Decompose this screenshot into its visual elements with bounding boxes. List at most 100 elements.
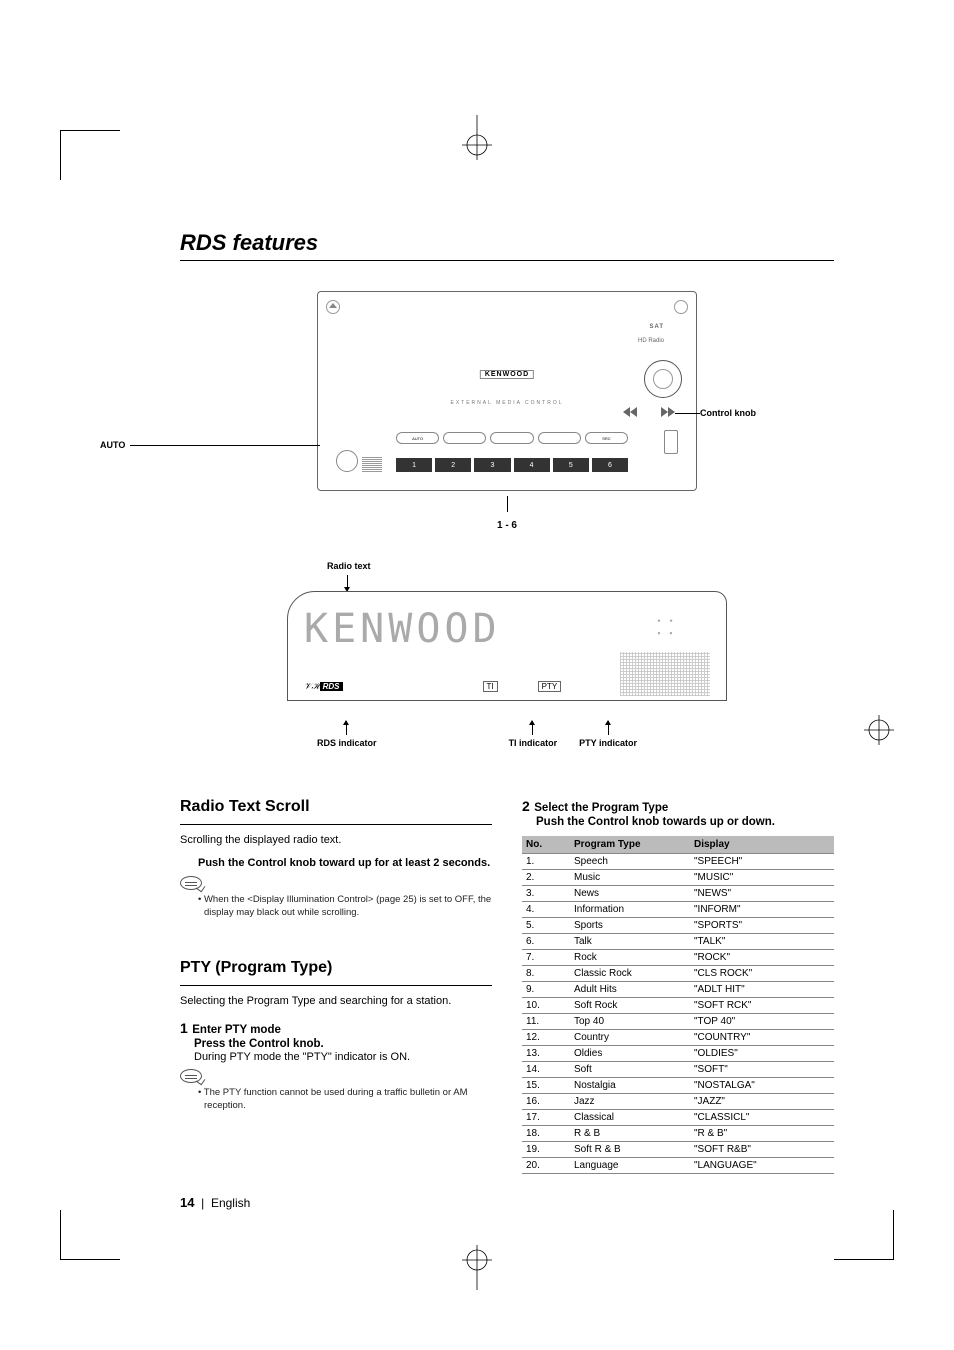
- arrow-up-icon: [346, 721, 347, 735]
- cell-no: 1.: [522, 854, 570, 870]
- cell-type: Classic Rock: [570, 966, 690, 982]
- cell-display: "CLS ROCK": [690, 966, 834, 982]
- th-type: Program Type: [570, 836, 690, 854]
- cell-type: Top 40: [570, 1014, 690, 1030]
- cell-display: "MUSIC": [690, 870, 834, 886]
- cell-no: 4.: [522, 902, 570, 918]
- callout-line: [675, 413, 700, 414]
- preset-button: 5: [553, 458, 589, 472]
- table-row: 11.Top 40"TOP 40": [522, 1014, 834, 1030]
- registration-mark: [462, 1245, 492, 1275]
- page-number: 14: [180, 1195, 194, 1210]
- cell-display: "SOFT R&B": [690, 1142, 834, 1158]
- table-row: 7.Rock"ROCK": [522, 950, 834, 966]
- cell-no: 15.: [522, 1078, 570, 1094]
- table-row: 5.Sports"SPORTS": [522, 918, 834, 934]
- radio-text-label: Radio text: [327, 561, 727, 571]
- pty-indicator: PTY: [538, 681, 562, 692]
- cell-display: "TOP 40": [690, 1014, 834, 1030]
- divider: [180, 824, 492, 825]
- rds-indicator-label: RDS indicator: [317, 738, 377, 748]
- cell-no: 9.: [522, 982, 570, 998]
- cell-display: "SOFT": [690, 1062, 834, 1078]
- cell-no: 2.: [522, 870, 570, 886]
- preset-button: 4: [514, 458, 550, 472]
- cell-no: 17.: [522, 1110, 570, 1126]
- cell-type: Soft: [570, 1062, 690, 1078]
- lcd-text: KENWOOD: [304, 606, 501, 652]
- device-subtitle: EXTERNAL MEDIA CONTROL: [451, 400, 564, 406]
- step-subtitle: Push the Control knob towards up or down…: [536, 816, 834, 828]
- arrow-up-icon: [608, 721, 609, 735]
- table-row: 9.Adult Hits"ADLT HIT": [522, 982, 834, 998]
- table-row: 17.Classical"CLASSICL": [522, 1110, 834, 1126]
- cell-no: 7.: [522, 950, 570, 966]
- cell-type: Classical: [570, 1110, 690, 1126]
- arrow-down-icon: [347, 575, 348, 591]
- pill-button: [538, 432, 581, 444]
- table-row: 16.Jazz"JAZZ": [522, 1094, 834, 1110]
- cell-display: "SOFT RCK": [690, 998, 834, 1014]
- arrow-icon: [507, 496, 508, 512]
- cell-type: Sports: [570, 918, 690, 934]
- lcd-symbol: ⸬: [620, 606, 710, 646]
- cell-no: 11.: [522, 1014, 570, 1030]
- usb-port-icon: [664, 430, 678, 454]
- note-text: • The PTY function cannot be used during…: [198, 1087, 492, 1113]
- instruction: Push the Control knob toward up for at l…: [198, 856, 492, 871]
- cell-display: "NOSTALGA": [690, 1078, 834, 1094]
- cell-display: "LANGUAGE": [690, 1158, 834, 1174]
- note-text: • When the <Display Illumination Control…: [198, 894, 492, 920]
- step-title: Select the Program Type: [534, 802, 668, 814]
- table-row: 18.R & B"R & B": [522, 1126, 834, 1142]
- next-icon: [660, 404, 676, 414]
- table-row: 4.Information"INFORM": [522, 902, 834, 918]
- cell-type: Soft R & B: [570, 1142, 690, 1158]
- cell-display: "SPORTS": [690, 918, 834, 934]
- cell-type: Country: [570, 1030, 690, 1046]
- note-icon: [180, 1069, 202, 1083]
- pill-button-row: AUTO SRC: [396, 432, 628, 444]
- cell-display: "TALK": [690, 934, 834, 950]
- cell-type: Adult Hits: [570, 982, 690, 998]
- cell-type: Talk: [570, 934, 690, 950]
- hd-radio-logo: HD Radio: [638, 338, 664, 344]
- cell-type: Oldies: [570, 1046, 690, 1062]
- table-row: 2.Music"MUSIC": [522, 870, 834, 886]
- control-knob-icon: [644, 360, 682, 398]
- pill-button: [490, 432, 533, 444]
- table-row: 3.News"NEWS": [522, 886, 834, 902]
- step-number: 1: [180, 1020, 188, 1036]
- paragraph: Scrolling the displayed radio text.: [180, 833, 492, 848]
- arrow-up-icon: [532, 721, 533, 735]
- cell-display: "INFORM": [690, 902, 834, 918]
- cell-display: "CLASSICL": [690, 1110, 834, 1126]
- cell-no: 6.: [522, 934, 570, 950]
- cell-display: "SPEECH": [690, 854, 834, 870]
- cell-type: Soft Rock: [570, 998, 690, 1014]
- cell-type: Language: [570, 1158, 690, 1174]
- th-no: No.: [522, 836, 570, 854]
- cell-no: 10.: [522, 998, 570, 1014]
- heading-pty: PTY (Program Type): [180, 959, 492, 977]
- table-row: 15.Nostalgia"NOSTALGA": [522, 1078, 834, 1094]
- preset-button: 6: [592, 458, 628, 472]
- pill-button: [443, 432, 486, 444]
- cell-type: Speech: [570, 854, 690, 870]
- cell-display: "JAZZ": [690, 1094, 834, 1110]
- pty-table: No. Program Type Display 1.Speech"SPEECH…: [522, 836, 834, 1174]
- paragraph: Selecting the Program Type and searching…: [180, 994, 492, 1009]
- step-title: Enter PTY mode: [192, 1024, 281, 1036]
- preset-button: 3: [474, 458, 510, 472]
- cell-no: 12.: [522, 1030, 570, 1046]
- control-knob-callout-label: Control knob: [700, 408, 756, 418]
- ti-indicator: TI: [483, 681, 498, 692]
- prev-icon: [622, 404, 638, 414]
- footer-separator: |: [201, 1196, 204, 1210]
- left-column: Radio Text Scroll Scrolling the displaye…: [180, 798, 492, 1174]
- lcd-display: KENWOOD ⸬ 𝒱ℋRDS TI PTY: [287, 591, 727, 701]
- th-display: Display: [690, 836, 834, 854]
- cell-display: "ROCK": [690, 950, 834, 966]
- divider: [180, 985, 492, 986]
- cell-display: "R & B": [690, 1126, 834, 1142]
